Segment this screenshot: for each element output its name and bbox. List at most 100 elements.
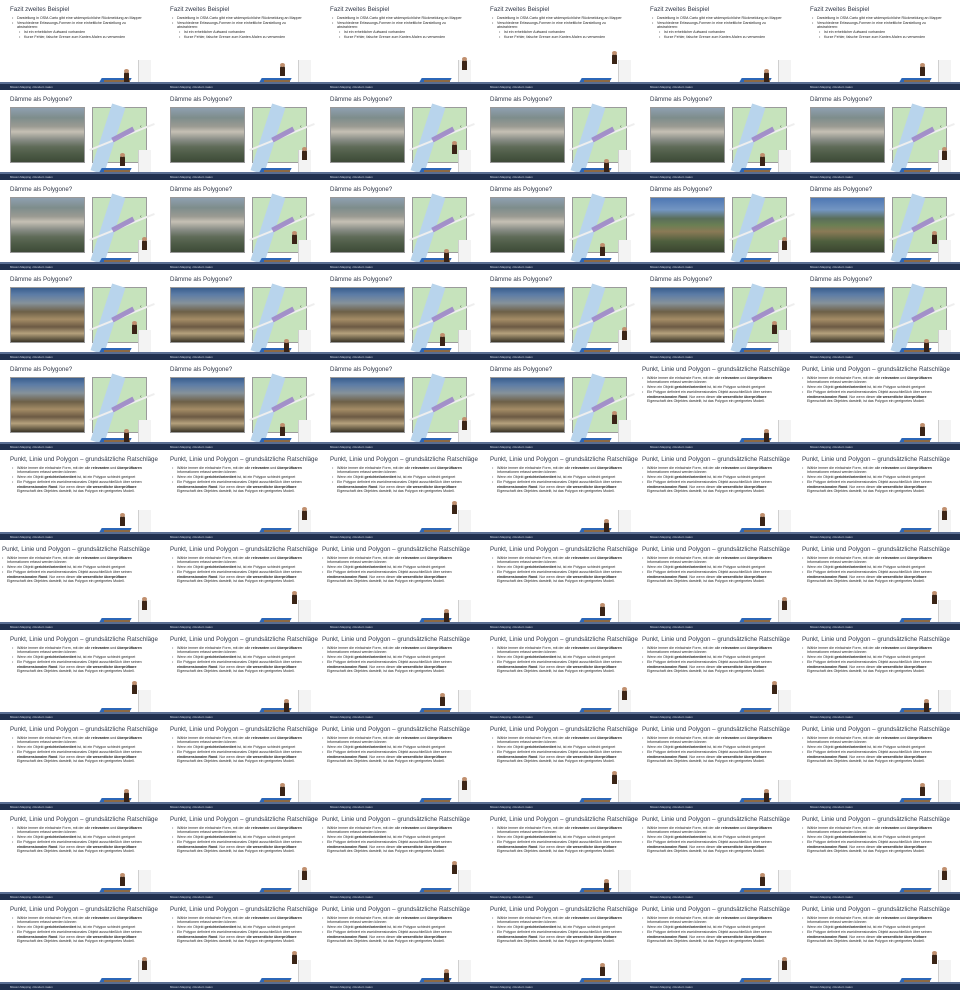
slide-thumbnail[interactable]: Dämme als Polygone? ‹ Mission Mapping • Re…: [640, 90, 800, 180]
slide-thumbnail[interactable]: Punkt, Linie und Polygon – grundsätzlich…: [800, 360, 960, 450]
slide-thumbnail[interactable]: Punkt, Linie und Polygon – grundsätzlich…: [480, 720, 640, 810]
slide-thumbnail[interactable]: Dämme als Polygone? ‹ Mission Mapping • Re…: [160, 360, 320, 450]
slide-thumbnail[interactable]: Punkt, Linie und Polygon – grundsätzlich…: [640, 720, 800, 810]
slide-title: Punkt, Linie und Polygon – grundsätzlich…: [170, 816, 318, 823]
slide-thumbnail[interactable]: Punkt, Linie und Polygon – grundsätzlich…: [320, 450, 480, 540]
slide-thumbnail[interactable]: Fazit zweites Beispiel Darstellung in OSM…: [0, 0, 160, 90]
slide-thumbnail[interactable]: Dämme als Polygone? ‹ Mission Mapping • Re…: [0, 270, 160, 360]
sub-bullet-item: Kurze Fehler, falsche Grenze zum Kanten-…: [812, 35, 947, 40]
presenter-figure: [760, 513, 765, 526]
text-span: ist, ist ein Polygon schlecht geeignet: [706, 655, 766, 660]
text-span: Wenn ein Objekt: [177, 835, 205, 840]
slide-thumbnail[interactable]: Punkt, Linie und Polygon – grundsätzlich…: [0, 540, 160, 630]
slide-thumbnail[interactable]: Fazit zweites Beispiel Darstellung in OSM…: [160, 0, 320, 90]
text-span: ist, ist ein Polygon schlecht geeignet: [866, 835, 926, 840]
slide-thumbnail[interactable]: Punkt, Linie und Polygon – grundsätzlich…: [480, 630, 640, 720]
slide-thumbnail[interactable]: Punkt, Linie und Polygon – grundsätzlich…: [320, 900, 480, 990]
slide-thumbnail[interactable]: Punkt, Linie und Polygon – grundsätzlich…: [320, 630, 480, 720]
slide-thumbnail[interactable]: Punkt, Linie und Polygon – grundsätzlich…: [160, 540, 320, 630]
slide-thumbnail[interactable]: Punkt, Linie und Polygon – grundsätzlich…: [480, 450, 640, 540]
slide-thumbnail[interactable]: Dämme als Polygone? ‹ Mission Mapping • Re…: [800, 90, 960, 180]
slide-thumbnail[interactable]: Dämme als Polygone? ‹ Mission Mapping • Re…: [640, 270, 800, 360]
footer-text: Mission Mapping • Rendern malen: [650, 895, 693, 899]
slide-thumbnail[interactable]: Punkt, Linie und Polygon – grundsätzlich…: [640, 360, 800, 450]
slide-thumbnail[interactable]: Punkt, Linie und Polygon – grundsätzlich…: [640, 810, 800, 900]
slide-thumbnail[interactable]: Punkt, Linie und Polygon – grundsätzlich…: [480, 900, 640, 990]
bullet-item: Verschiedene Erfassungs-Formen in eine e…: [812, 21, 947, 30]
slide-title: Dämme als Polygone?: [10, 96, 73, 103]
slide-thumbnail[interactable]: Dämme als Polygone? ‹ Mission Mapping • Re…: [480, 360, 640, 450]
slide-thumbnail[interactable]: Dämme als Polygone? ‹ Mission Mapping • Re…: [320, 180, 480, 270]
text-span: Eigenschaft des Objektes darstellt, ist …: [647, 849, 765, 854]
slide-thumbnail[interactable]: Punkt, Linie und Polygon – grundsätzlich…: [640, 900, 800, 990]
bold-text: eindimensionalen Rand: [177, 484, 218, 489]
slide-thumbnail[interactable]: Punkt, Linie und Polygon – grundsätzlich…: [160, 450, 320, 540]
slide-thumbnail[interactable]: Punkt, Linie und Polygon – grundsätzlich…: [480, 540, 640, 630]
slide-thumbnail[interactable]: Dämme als Polygone? ‹ Mission Mapping • Re…: [640, 180, 800, 270]
slide-thumbnail[interactable]: Punkt, Linie und Polygon – grundsätzlich…: [640, 450, 800, 540]
slide-content: Wähle immer die einfachste Form, mit der…: [12, 826, 147, 854]
slide-thumbnail[interactable]: Fazit zweites Beispiel Darstellung in OSM…: [480, 0, 640, 90]
slide-thumbnail[interactable]: Dämme als Polygone? ‹ Mission Mapping • Re…: [0, 180, 160, 270]
slide-content: Wähle immer die einfachste Form, mit der…: [322, 916, 457, 944]
whiteboard: [298, 690, 311, 714]
whiteboard: [618, 240, 631, 264]
cursor-icon: ‹: [140, 124, 142, 130]
slide-thumbnail[interactable]: Dämme als Polygone? ‹ Mission Mapping • Re…: [480, 180, 640, 270]
slide-thumbnail[interactable]: Punkt, Linie und Polygon – grundsätzlich…: [800, 900, 960, 990]
slide-thumbnail[interactable]: Punkt, Linie und Polygon – grundsätzlich…: [640, 630, 800, 720]
slide-thumbnail[interactable]: Dämme als Polygone? ‹ Mission Mapping • Re…: [320, 360, 480, 450]
text-span: Wenn ein Objekt: [647, 655, 675, 660]
text-span: Wenn ein Objekt: [177, 745, 205, 750]
slide-thumbnail[interactable]: Punkt, Linie und Polygon – grundsätzlich…: [0, 900, 160, 990]
slide-thumbnail[interactable]: Dämme als Polygone? ‹ Mission Mapping • Re…: [800, 180, 960, 270]
slide-thumbnail[interactable]: Dämme als Polygone? ‹ Mission Mapping • Re…: [800, 270, 960, 360]
slide-thumbnail[interactable]: Punkt, Linie und Polygon – grundsätzlich…: [0, 810, 160, 900]
slide-thumbnail[interactable]: Punkt, Linie und Polygon – grundsätzlich…: [480, 810, 640, 900]
slide-thumbnail[interactable]: Dämme als Polygone? ‹ Mission Mapping • Re…: [480, 270, 640, 360]
slide-thumbnail[interactable]: Punkt, Linie und Polygon – grundsätzlich…: [640, 540, 800, 630]
slide-thumbnail[interactable]: Punkt, Linie und Polygon – grundsätzlich…: [0, 450, 160, 540]
slide-thumbnail[interactable]: Dämme als Polygone? ‹ Mission Mapping • Re…: [160, 180, 320, 270]
whiteboard: [458, 330, 471, 354]
slide-title: Dämme als Polygone?: [170, 96, 233, 103]
slide-thumbnail[interactable]: Punkt, Linie und Polygon – grundsätzlich…: [800, 720, 960, 810]
slide-thumbnail[interactable]: Fazit zweites Beispiel Darstellung in OSM…: [800, 0, 960, 90]
bullet-simplest-form: Wähle immer die einfachste Form, mit der…: [12, 826, 147, 835]
slide-thumbnail[interactable]: Dämme als Polygone? ‹ Mission Mapping • Re…: [160, 90, 320, 180]
slide-thumbnail[interactable]: Punkt, Linie und Polygon – grundsätzlich…: [160, 810, 320, 900]
slide-thumbnail[interactable]: Punkt, Linie und Polygon – grundsätzlich…: [800, 630, 960, 720]
slide-thumbnail[interactable]: Punkt, Linie und Polygon – grundsätzlich…: [160, 900, 320, 990]
bold-text: eindimensionalen Rand: [327, 664, 368, 669]
slide-thumbnail[interactable]: Dämme als Polygone? ‹ Mission Mapping • Re…: [0, 90, 160, 180]
text-span: Eigenschaft des Objektes darstellt, ist …: [497, 489, 615, 494]
whiteboard: [778, 780, 791, 804]
slide-thumbnail[interactable]: Punkt, Linie und Polygon – grundsätzlich…: [800, 540, 960, 630]
presenter-figure: [120, 153, 125, 166]
slide-content: Darstellung in OSM-Carto gibt eine wider…: [812, 16, 947, 39]
slide-thumbnail[interactable]: Punkt, Linie und Polygon – grundsätzlich…: [0, 720, 160, 810]
slide-thumbnail[interactable]: Punkt, Linie und Polygon – grundsätzlich…: [320, 720, 480, 810]
slide-thumbnail[interactable]: Dämme als Polygone? ‹ Mission Mapping • Re…: [320, 270, 480, 360]
slide-title: Fazit zweites Beispiel: [10, 6, 70, 13]
slide-thumbnail[interactable]: Punkt, Linie und Polygon – grundsätzlich…: [0, 630, 160, 720]
slide-thumbnail[interactable]: Fazit zweites Beispiel Darstellung in OSM…: [640, 0, 800, 90]
slide-thumbnail[interactable]: Punkt, Linie und Polygon – grundsätzlich…: [800, 810, 960, 900]
slide-thumbnail[interactable]: Dämme als Polygone? ‹ Mission Mapping • Re…: [160, 270, 320, 360]
slide-thumbnail[interactable]: Punkt, Linie und Polygon – grundsätzlich…: [800, 450, 960, 540]
slide-thumbnail[interactable]: Dämme als Polygone? ‹ Mission Mapping • Re…: [480, 90, 640, 180]
slide-thumbnail[interactable]: Dämme als Polygone? ‹ Mission Mapping • Re…: [320, 90, 480, 180]
presenter-figure: [782, 237, 787, 250]
slide-thumbnail[interactable]: Punkt, Linie und Polygon – grundsätzlich…: [320, 810, 480, 900]
text-span: Ein Polygon definiert ein zweidimensiona…: [177, 930, 302, 935]
slide-content: Darstellung in OSM-Carto gibt eine wider…: [652, 16, 787, 39]
slide-thumbnail[interactable]: Punkt, Linie und Polygon – grundsätzlich…: [320, 540, 480, 630]
slide-thumbnail[interactable]: Fazit zweites Beispiel Darstellung in OSM…: [320, 0, 480, 90]
slide-thumbnail[interactable]: Dämme als Polygone? ‹ Mission Mapping • Re…: [0, 360, 160, 450]
dam-photo: [490, 377, 565, 433]
text-span: ist, ist ein Polygon schlecht geeignet: [386, 835, 446, 840]
slide-thumbnail[interactable]: Punkt, Linie und Polygon – grundsätzlich…: [160, 720, 320, 810]
slide-thumbnail[interactable]: Punkt, Linie und Polygon – grundsätzlich…: [160, 630, 320, 720]
text-span: Wähle immer die einfachste Form, mit der…: [327, 826, 402, 830]
bullet-simplest-form: Wähle immer die einfachste Form, mit der…: [172, 736, 307, 745]
